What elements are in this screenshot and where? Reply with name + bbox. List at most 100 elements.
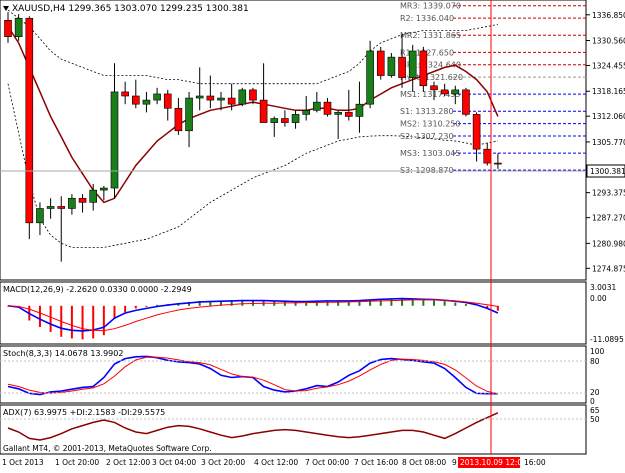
time-label-1: 1 Oct 20:00 [55, 458, 99, 467]
time-label-after: 16:00 [524, 458, 546, 467]
candle-body [291, 114, 300, 123]
candle[interactable] [14, 14, 23, 41]
candle-body [281, 118, 289, 123]
price-tick-label: 1318.165 [592, 87, 625, 96]
price-tick-label: 1312.060 [592, 112, 625, 121]
adx-tick-65: 65 [590, 406, 600, 415]
pivot-label-ms2: MS2: 1310.250 [400, 120, 460, 129]
candle-body [217, 97, 225, 101]
candle[interactable] [376, 46, 385, 80]
candle-body [344, 112, 353, 117]
price-tick-label: 1274.875 [592, 264, 625, 273]
candle-body [430, 85, 438, 91]
symbol-label: XAUUSD,H4 1299.365 1303.070 1299.235 130… [12, 4, 249, 14]
candle-body [206, 95, 215, 101]
candle[interactable] [366, 40, 374, 109]
candle-body [4, 20, 12, 37]
time-highlight-label: 2013.10.09 12:00 [460, 458, 527, 467]
macd-tick-top: 3.0031 [590, 283, 616, 292]
pivot-label-mr2: MR2: 1331.865 [400, 31, 461, 40]
candle-body [334, 112, 342, 115]
candle-body [100, 187, 108, 191]
candle-body [376, 50, 385, 76]
candle[interactable] [238, 87, 247, 107]
price-tick-label: 1336.850 [592, 11, 625, 20]
time-label-7: 7 Oct 16:00 [354, 458, 398, 467]
pivot-label-ms1: MS1: 1317.455 [400, 90, 460, 99]
price-tick-label: 1330.560 [592, 37, 625, 46]
candle-body [25, 17, 34, 224]
pivot-label-s1: S1: 1313.280 [400, 107, 454, 116]
stoch-tick-80: 80 [590, 357, 600, 366]
stoch-tick-0: 0 [590, 397, 595, 406]
candle[interactable] [419, 46, 428, 92]
candle-body [238, 89, 247, 105]
candle-body [440, 89, 449, 95]
price-tick-label: 1287.270 [592, 214, 625, 223]
stoch-label: Stoch(8,3,3) 14.0678 13.9902 [3, 349, 123, 358]
macd-tick-bottom: -11.0895 [590, 335, 624, 344]
time-axis[interactable]: 1 Oct 2013 1 Oct 20:00 2 Oct 12:00 3 Oct… [2, 457, 546, 468]
candle-body [78, 197, 87, 203]
macd-tick-zero: 0.00 [590, 294, 607, 303]
candle-body [227, 97, 236, 105]
candle-body [302, 110, 311, 115]
candle-body [462, 89, 470, 115]
candle-body [398, 56, 406, 78]
candle-body [110, 91, 119, 189]
current-price-value: 1300.381 [590, 167, 625, 176]
time-label-5: 4 Oct 12:00 [254, 458, 298, 467]
time-label-4: 3 Oct 20:00 [201, 458, 245, 467]
pivot-label-r2: R2: 1336.040 [400, 14, 454, 23]
candle-body [323, 101, 332, 115]
candle-body [419, 50, 428, 87]
price-axis[interactable]: 1336.850 1330.560 1324.455 1318.165 1312.060… [586, 11, 625, 274]
candle-body [163, 93, 172, 109]
chart-window: MR3: 1339.070 R2: 1336.040 MR2: 1331.865 R1… [0, 0, 625, 469]
candle-body [36, 208, 44, 224]
candle-body [355, 103, 364, 117]
candle-body [89, 189, 97, 203]
adx-tick-50: 50 [590, 415, 600, 424]
candle-body [483, 148, 492, 164]
price-tick-label: 1305.770 [592, 138, 625, 147]
stoch-tick-20: 20 [590, 388, 600, 397]
pivot-label-mr3: MR3: 1339.070 [400, 2, 461, 11]
candle-body [195, 95, 204, 99]
adx-label: ADX(7) 63.9975 +DI:2.1583 -DI:29.5575 [3, 408, 165, 417]
candle-body [57, 206, 66, 209]
candle[interactable] [25, 16, 34, 240]
stoch-tick-100: 100 [590, 347, 605, 356]
macd-label: MACD(12,26,9) -2.2620 0.0330 0.0000 -2.2… [3, 285, 192, 294]
candle-body [366, 50, 374, 105]
copyright-label: Gallant MT4, © 2001-2013, MetaQuotes Sof… [3, 444, 212, 453]
candle-body [185, 97, 193, 132]
candle-body [46, 206, 55, 209]
candle-body [14, 17, 23, 37]
price-tick-label: 1293.375 [592, 189, 625, 198]
candle-body [494, 162, 502, 165]
candle[interactable] [462, 87, 470, 117]
candle-body [132, 95, 140, 105]
candle-body [142, 99, 151, 105]
price-tick-label: 1280.980 [592, 239, 625, 248]
candle-body [259, 99, 268, 123]
candle-body [387, 56, 396, 76]
time-label-9: 9 [452, 458, 457, 467]
candle-body [270, 118, 279, 123]
time-label-0: 1 Oct 2013 [2, 458, 44, 467]
pivot-label-ms3: MS3: 1303.045 [400, 149, 460, 158]
time-label-2: 2 Oct 12:00 [106, 458, 150, 467]
candle-body [313, 101, 321, 111]
candle-body [153, 93, 161, 101]
time-label-8: 8 Oct 08:00 [402, 458, 446, 467]
candle-body [68, 197, 76, 209]
candle-body [249, 89, 257, 101]
price-pane[interactable] [0, 0, 587, 281]
chart-canvas: MR3: 1339.070R2: 1336.040MR2: 1331.865R1… [0, 0, 625, 468]
candle-body [121, 91, 129, 97]
candle-body [174, 107, 183, 132]
candle-body [451, 89, 460, 95]
candle-body [472, 114, 481, 150]
candle-body [408, 50, 417, 78]
